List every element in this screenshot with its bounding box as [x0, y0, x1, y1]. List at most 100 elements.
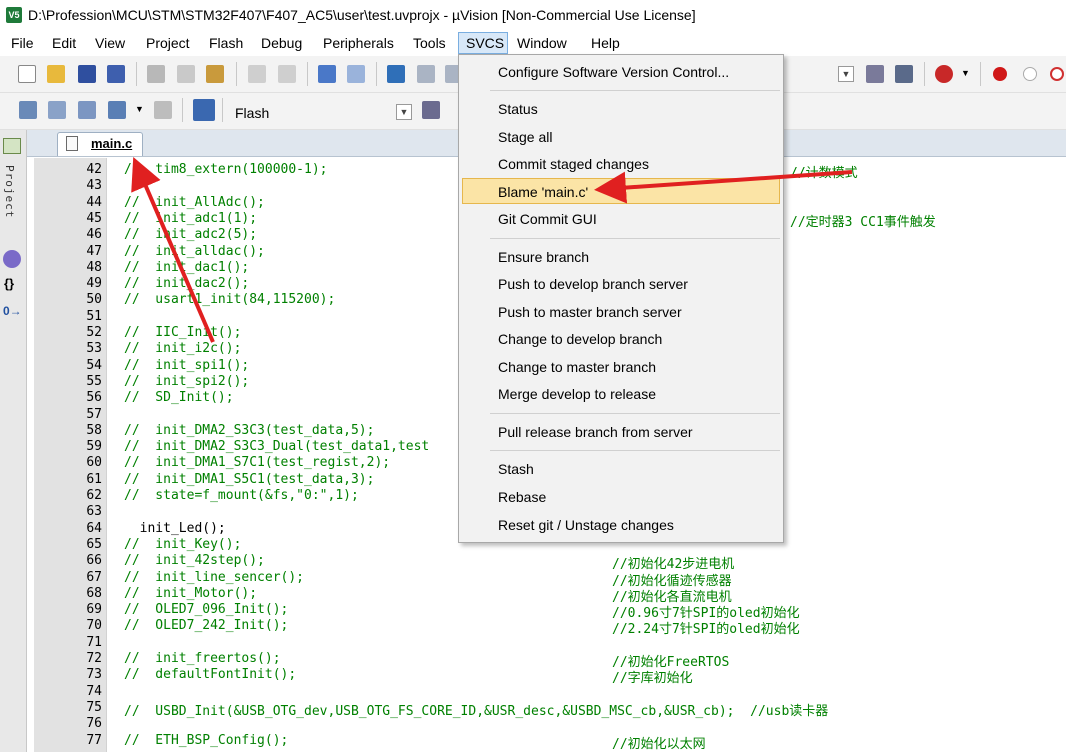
line-number: 47 [86, 244, 102, 259]
menu-project[interactable]: Project [146, 35, 190, 51]
code-line: // init_spi1(); [124, 358, 250, 373]
copy-icon[interactable] [177, 65, 195, 83]
menu-item-change-master[interactable]: Change to master branch [498, 359, 656, 375]
functions-icon[interactable]: {} [4, 276, 14, 291]
line-number: 71 [86, 635, 102, 650]
line-number: 77 [86, 733, 102, 748]
build-icon[interactable] [48, 101, 66, 119]
books-icon[interactable] [3, 250, 21, 268]
code-line: // init_adc1(1); [124, 211, 258, 226]
line-number: 72 [86, 651, 102, 666]
chevron-down-icon[interactable]: ▼ [396, 104, 412, 120]
menu-edit[interactable]: Edit [52, 35, 76, 51]
menu-svcs[interactable]: SVCS [466, 35, 504, 51]
menu-flash[interactable]: Flash [209, 35, 243, 51]
line-number: 54 [86, 358, 102, 373]
find-in-files-icon[interactable] [866, 65, 884, 83]
menu-window[interactable]: Window [517, 35, 567, 51]
project-tab[interactable]: Project [3, 165, 16, 218]
line-number: 58 [86, 423, 102, 438]
batch-build-icon[interactable] [108, 101, 126, 119]
prev-bookmark-icon[interactable] [417, 65, 435, 83]
translate-icon[interactable] [19, 101, 37, 119]
line-number: 65 [86, 537, 102, 552]
line-number: 43 [86, 178, 102, 193]
window-title: D:\Profession\MCU\STM\STM32F407\F407_AC5… [28, 7, 696, 23]
line-number: 60 [86, 455, 102, 470]
code-line: // defaultFontInit(); [124, 667, 297, 682]
open-folder-icon[interactable] [47, 65, 65, 83]
chevron-down-icon[interactable]: ▼ [838, 66, 854, 82]
code-line: // usart1_init(84,115200); [124, 292, 336, 307]
paste-icon[interactable] [206, 65, 224, 83]
save-all-icon[interactable] [107, 65, 125, 83]
line-number: 74 [86, 684, 102, 699]
menu-item-push-master[interactable]: Push to master branch server [498, 304, 682, 320]
menu-tools[interactable]: Tools [413, 35, 446, 51]
templates-icon[interactable]: 0→ [3, 304, 22, 318]
line-number: 69 [86, 602, 102, 617]
line-number: 48 [86, 260, 102, 275]
nav-forward-icon[interactable] [347, 65, 365, 83]
menu-item-git-commit-gui[interactable]: Git Commit GUI [498, 211, 597, 227]
line-number: 44 [86, 195, 102, 210]
save-icon[interactable] [78, 65, 96, 83]
menu-peripherals[interactable]: Peripherals [323, 35, 394, 51]
nav-back-icon[interactable] [318, 65, 336, 83]
line-number: 67 [86, 570, 102, 585]
menu-item-commit-staged[interactable]: Commit staged changes [498, 156, 649, 172]
toolbar-separator [980, 62, 981, 86]
line-number: 45 [86, 211, 102, 226]
project-side-panel [0, 130, 27, 752]
menu-item-merge-develop[interactable]: Merge develop to release [498, 386, 656, 402]
toolbar-separator [136, 62, 137, 86]
project-window-icon[interactable] [3, 138, 21, 154]
new-file-icon[interactable] [18, 65, 36, 83]
menu-item-reset-git[interactable]: Reset git / Unstage changes [498, 517, 674, 533]
code-line: // ETH_BSP_Config(); [124, 733, 289, 748]
kill-breakpoints-icon[interactable] [1050, 67, 1064, 81]
bookmark-icon[interactable] [387, 65, 405, 83]
debug-session-icon[interactable] [935, 65, 953, 83]
menu-item-pull-release[interactable]: Pull release branch from server [498, 424, 693, 440]
undo-icon[interactable] [248, 65, 266, 83]
cut-icon[interactable] [147, 65, 165, 83]
code-line: // init_dac2(); [124, 276, 250, 291]
menu-item-configure-svc[interactable]: Configure Software Version Control... [498, 64, 729, 80]
line-number: 52 [86, 325, 102, 340]
rebuild-icon[interactable] [78, 101, 96, 119]
uvision-app-icon: V5 [6, 7, 22, 23]
code-trailing-comment: //初始化以太网 [612, 737, 706, 752]
chevron-down-icon[interactable]: ▼ [135, 104, 144, 114]
incremental-find-icon[interactable] [895, 65, 913, 83]
stop-build-icon[interactable] [154, 101, 172, 119]
chevron-down-icon[interactable]: ▼ [961, 68, 970, 78]
redo-icon[interactable] [278, 65, 296, 83]
code-line: // init_AllAdc(); [124, 195, 265, 210]
line-number: 66 [86, 553, 102, 568]
menu-item-status[interactable]: Status [498, 101, 538, 117]
menu-file[interactable]: File [11, 35, 34, 51]
code-line: init_Led(); [124, 521, 226, 536]
menu-separator [490, 450, 780, 451]
disable-breakpoint-icon[interactable] [1023, 67, 1037, 81]
toolbar-separator [924, 62, 925, 86]
tab-main-c-label: main.c [91, 136, 133, 151]
menu-help[interactable]: Help [591, 35, 620, 51]
breakpoint-icon[interactable] [993, 67, 1007, 81]
menu-item-change-develop[interactable]: Change to develop branch [498, 331, 662, 347]
menu-view[interactable]: View [95, 35, 125, 51]
load-download-icon[interactable] [193, 99, 215, 121]
menu-item-blame[interactable]: Blame 'main.c' [498, 184, 588, 200]
code-line: // init_dac1(); [124, 260, 250, 275]
line-number: 51 [86, 309, 102, 324]
menu-item-stage-all[interactable]: Stage all [498, 129, 552, 145]
menu-item-push-develop[interactable]: Push to develop branch server [498, 276, 688, 292]
code-line: // init_line_sencer(); [124, 570, 305, 585]
toolbar-separator [236, 62, 237, 86]
menu-debug[interactable]: Debug [261, 35, 302, 51]
menu-item-ensure-branch[interactable]: Ensure branch [498, 249, 589, 265]
menu-item-rebase[interactable]: Rebase [498, 489, 546, 505]
options-for-target-icon[interactable] [422, 101, 440, 119]
menu-item-stash[interactable]: Stash [498, 461, 534, 477]
